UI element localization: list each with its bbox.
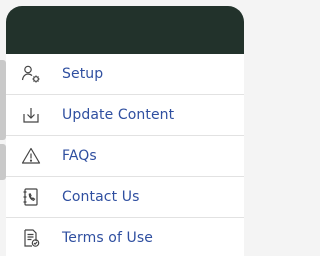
menu-item-label: Setup [62, 66, 104, 82]
menu-item-label: Contact Us [62, 189, 140, 205]
drawer-menu: Setup Update Content FAQs Contact Us Ter… [6, 54, 244, 256]
menu-item-setup[interactable]: Setup [6, 54, 244, 95]
menu-item-label: Terms of Use [62, 230, 153, 246]
menu-item-faqs[interactable]: FAQs [6, 136, 244, 177]
menu-item-contact-us[interactable]: Contact Us [6, 177, 244, 218]
menu-item-terms-of-use[interactable]: Terms of Use [6, 218, 244, 256]
download-icon [20, 104, 42, 126]
phone-book-icon [20, 186, 42, 208]
menu-item-label: Update Content [62, 107, 175, 123]
menu-item-label: FAQs [62, 148, 97, 164]
navigation-drawer: Setup Update Content FAQs Contact Us Ter… [6, 6, 244, 256]
document-check-icon [20, 227, 42, 249]
user-gear-icon [20, 63, 42, 85]
menu-item-update-content[interactable]: Update Content [6, 95, 244, 136]
warning-icon [20, 145, 42, 167]
drawer-header [6, 6, 244, 54]
